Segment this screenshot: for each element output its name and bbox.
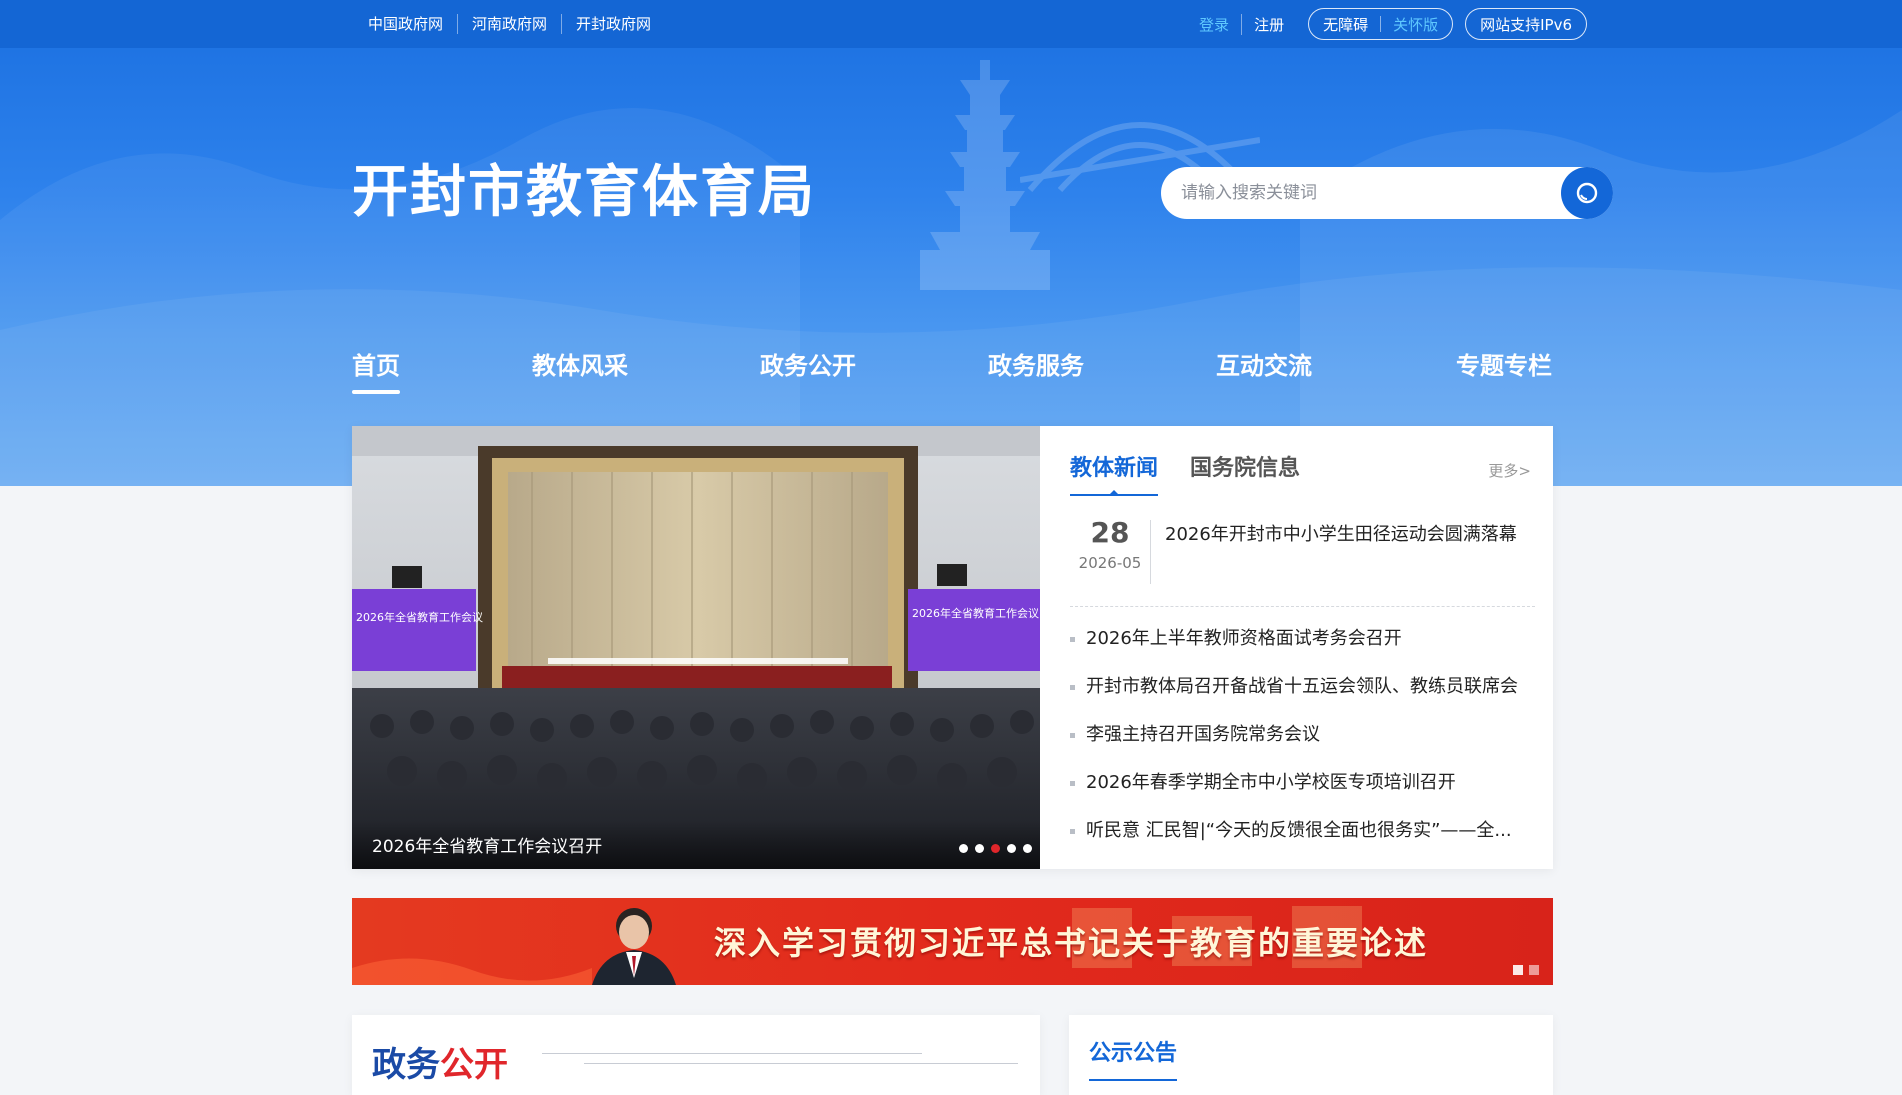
news-day: 28 xyxy=(1090,516,1130,549)
conference-photo: 2026年全省教育工作会议 2026年全省教育工作会议 xyxy=(352,426,1040,869)
top-utility-bar: 中国政府网 河南政府网 开封政府网 登录 注册 无障碍 关怀版 网站支持IPv6 xyxy=(0,0,1902,48)
news-item[interactable]: 听民意 汇民智|“今天的反馈很全面也很务实”——全... xyxy=(1070,818,1540,866)
news-card: 教体新闻 国务院信息 更多> 28 2026-05 2026年开封市中小学生田径… xyxy=(1040,426,1553,869)
notice-section: 公示公告 xyxy=(1069,1015,1553,1095)
featured-news-title[interactable]: 2026年开封市中小学生田径运动会圆满落幕 xyxy=(1165,520,1517,546)
care-mode-link[interactable]: 关怀版 xyxy=(1393,14,1438,35)
date-divider xyxy=(1150,520,1151,584)
section-title-part-b: 公开 xyxy=(440,1045,508,1085)
slider-caption-bar: 2026年全省教育工作会议召开 xyxy=(352,821,1040,869)
link-china-gov[interactable]: 中国政府网 xyxy=(368,14,457,34)
link-kaifeng-gov[interactable]: 开封政府网 xyxy=(561,14,665,34)
link-henan-gov[interactable]: 河南政府网 xyxy=(457,14,561,34)
ipv6-badge[interactable]: 网站支持IPv6 xyxy=(1465,8,1587,40)
accessible-link[interactable]: 无障碍 xyxy=(1323,14,1368,35)
screen-right-text: 2026年全省教育工作会议 xyxy=(912,606,1039,620)
news-item[interactable]: 李强主持召开国务院常务会议 xyxy=(1070,722,1540,770)
ipv6-label: 网站支持IPv6 xyxy=(1480,15,1572,34)
portrait-figure xyxy=(592,908,676,985)
slider-dot-2[interactable] xyxy=(975,844,984,853)
banner-headline: 深入学习贯彻习近平总书记关于教育的重要论述 xyxy=(714,924,1429,962)
section-title-part-a: 政务 xyxy=(372,1045,440,1085)
site-title: 开封市教育体育局 xyxy=(352,160,816,225)
search-icon xyxy=(1576,182,1598,204)
search-box xyxy=(1161,167,1613,219)
hero-background xyxy=(0,0,1902,486)
tab-education-news[interactable]: 教体新闻 xyxy=(1070,450,1159,496)
news-item[interactable]: 2026年春季学期全市中小学校医专项培训召开 xyxy=(1070,770,1540,818)
banner-dot-2[interactable] xyxy=(1529,965,1539,975)
pill-divider xyxy=(1380,16,1382,32)
government-links: 中国政府网 河南政府网 开封政府网 xyxy=(368,14,665,34)
slider-dots xyxy=(952,844,1032,853)
section-title-gov-affairs[interactable]: 政务公开 xyxy=(372,1037,508,1086)
news-item[interactable]: 2026年上半年教师资格面试考务会召开 xyxy=(1070,626,1540,674)
nav-interaction[interactable]: 互动交流 xyxy=(1216,348,1312,384)
register-link[interactable]: 注册 xyxy=(1241,13,1296,35)
slider-dot-1[interactable] xyxy=(959,844,968,853)
banner-dots xyxy=(1507,965,1539,975)
section-decor-line xyxy=(542,1053,922,1054)
nav-home[interactable]: 首页 xyxy=(352,348,400,394)
banner-dot-1[interactable] xyxy=(1513,965,1523,975)
nav-gov-services[interactable]: 政务服务 xyxy=(988,348,1084,384)
accessibility-pill: 无障碍 关怀版 xyxy=(1308,8,1454,40)
search-input[interactable] xyxy=(1161,167,1561,219)
nav-topics[interactable]: 专题专栏 xyxy=(1456,348,1552,384)
news-year-month: 2026-05 xyxy=(1078,554,1142,572)
news-tabs: 教体新闻 国务院信息 xyxy=(1070,450,1332,496)
tab-state-council[interactable]: 国务院信息 xyxy=(1190,450,1300,496)
search-button[interactable] xyxy=(1561,167,1613,219)
section-decor-line xyxy=(584,1063,1018,1064)
news-item[interactable]: 开封市教体局召开备战省十五运会领队、教练员联席会 xyxy=(1070,674,1540,722)
featured-panel: 2026年全省教育工作会议 2026年全省教育工作会议 2026年全省教育工作会… xyxy=(352,426,1553,869)
study-banner[interactable]: 深入学习贯彻习近平总书记关于教育的重要论述 xyxy=(352,898,1553,985)
main-nav: 首页 教体风采 政务公开 政务服务 互动交流 专题专栏 xyxy=(352,348,1552,396)
gov-affairs-section: 政务公开 xyxy=(352,1015,1040,1095)
slider-dot-4[interactable] xyxy=(1007,844,1016,853)
nav-gov-affairs[interactable]: 政务公开 xyxy=(760,348,856,384)
slider-dot-5[interactable] xyxy=(1023,844,1032,853)
more-link[interactable]: 更多> xyxy=(1488,460,1531,481)
nav-style[interactable]: 教体风采 xyxy=(532,348,628,384)
slider-caption[interactable]: 2026年全省教育工作会议召开 xyxy=(372,832,602,857)
screen-left-text: 2026年全省教育工作会议 xyxy=(356,610,483,624)
image-slider[interactable]: 2026年全省教育工作会议 2026年全省教育工作会议 2026年全省教育工作会… xyxy=(352,426,1040,869)
section-title-notice[interactable]: 公示公告 xyxy=(1089,1035,1178,1081)
news-list: 2026年上半年教师资格面试考务会召开 开封市教体局召开备战省十五运会领队、教练… xyxy=(1070,626,1540,866)
featured-news-item[interactable]: 28 2026-05 2026年开封市中小学生田径运动会圆满落幕 xyxy=(1070,516,1535,607)
slider-dot-3[interactable] xyxy=(991,844,1000,853)
user-links: 登录 注册 无障碍 关怀版 网站支持IPv6 xyxy=(1187,8,1587,40)
login-link[interactable]: 登录 xyxy=(1187,14,1241,35)
